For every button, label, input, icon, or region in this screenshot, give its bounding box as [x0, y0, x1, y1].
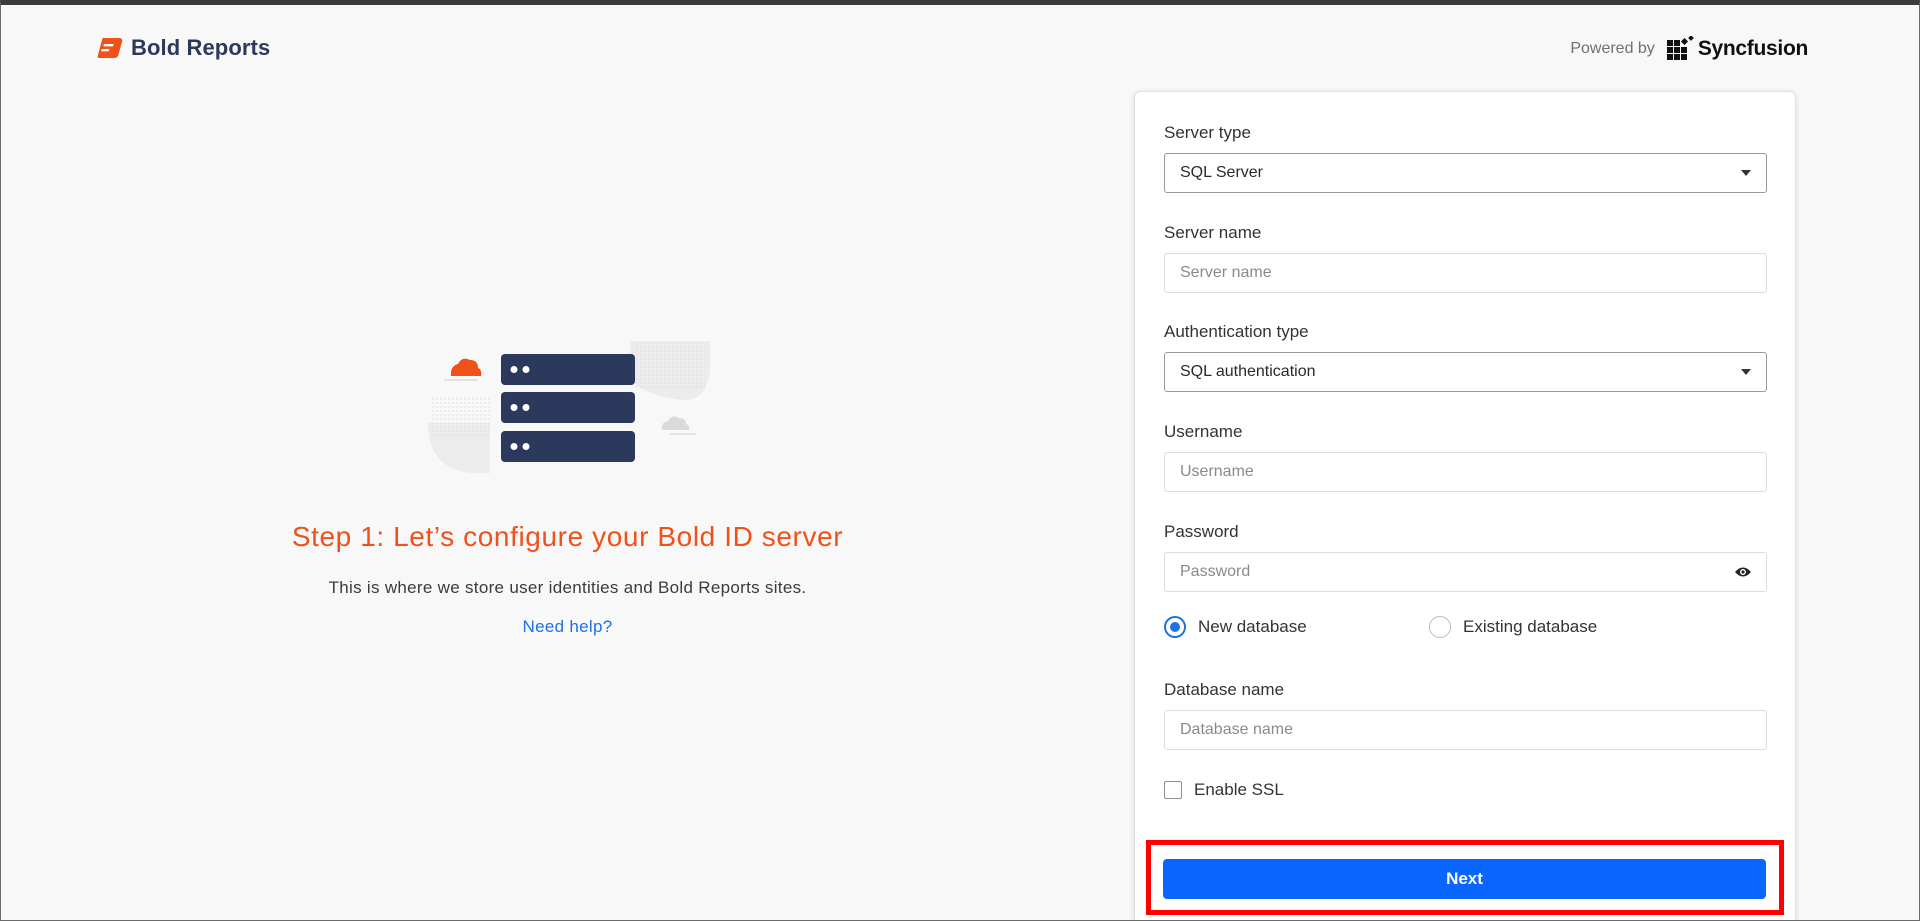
- new-database-radio[interactable]: New database: [1164, 616, 1307, 638]
- server-name-input[interactable]: Server name: [1164, 253, 1767, 293]
- syncfusion-logo-icon: [1666, 36, 1694, 60]
- database-name-placeholder: Database name: [1180, 721, 1293, 738]
- need-help-link[interactable]: Need help?: [0, 617, 1135, 637]
- new-database-label: New database: [1198, 617, 1307, 636]
- step-subtitle: This is where we store user identities a…: [328, 578, 807, 597]
- existing-database-label: Existing database: [1463, 617, 1598, 636]
- auth-type-value: SQL authentication: [1180, 363, 1316, 380]
- powered-by: Powered by Syncfusion: [1570, 32, 1808, 66]
- step-title: Step 1: Let’s configure your Bold ID ser…: [291, 521, 844, 552]
- syncfusion-logo: Syncfusion: [1666, 36, 1808, 62]
- cloud-orange-icon: [444, 358, 482, 381]
- server-name-label: Server name: [1164, 223, 1262, 242]
- server-name-placeholder: Server name: [1180, 264, 1272, 281]
- brand-logo: Bold Reports: [97, 33, 270, 63]
- powered-by-label: Powered by: [1570, 40, 1655, 57]
- server-type-label: Server type: [1164, 123, 1251, 142]
- enable-ssl-label: Enable SSL: [1194, 780, 1284, 799]
- server-illustration: [428, 341, 710, 474]
- database-name-label: Database name: [1164, 680, 1285, 699]
- server-type-value: SQL Server: [1180, 164, 1263, 181]
- database-name-input[interactable]: Database name: [1164, 710, 1767, 750]
- enable-ssl-checkbox[interactable]: Enable SSL: [1164, 780, 1284, 800]
- radio-checked-icon: [1164, 616, 1186, 638]
- bold-reports-logo-icon: [97, 38, 123, 58]
- next-button[interactable]: Next: [1163, 859, 1766, 899]
- auth-type-select[interactable]: SQL authentication: [1164, 352, 1767, 392]
- username-placeholder: Username: [1180, 463, 1254, 480]
- username-label: Username: [1164, 422, 1243, 441]
- partner-name: Syncfusion: [1697, 37, 1808, 60]
- password-placeholder: Password: [1180, 563, 1251, 580]
- radio-unchecked-icon: [1429, 616, 1451, 638]
- password-label: Password: [1164, 522, 1239, 541]
- password-input[interactable]: Password: [1164, 552, 1767, 592]
- database-mode-group: New database Existing database: [1164, 616, 1764, 640]
- dropdown-caret-icon: [1741, 170, 1751, 176]
- eye-icon[interactable]: [1734, 565, 1752, 579]
- existing-database-radio[interactable]: Existing database: [1429, 616, 1597, 638]
- dropdown-caret-icon: [1741, 369, 1751, 375]
- server-type-select[interactable]: SQL Server: [1164, 153, 1767, 193]
- brand-name: Bold Reports: [131, 35, 271, 60]
- server-config-card: Server type SQL Server Server name Serve…: [1134, 91, 1796, 921]
- cloud-grey-icon: [661, 416, 696, 435]
- auth-type-label: Authentication type: [1164, 322, 1309, 341]
- username-input[interactable]: Username: [1164, 452, 1767, 492]
- checkbox-icon: [1164, 781, 1182, 799]
- server-rack-icon: [501, 354, 635, 462]
